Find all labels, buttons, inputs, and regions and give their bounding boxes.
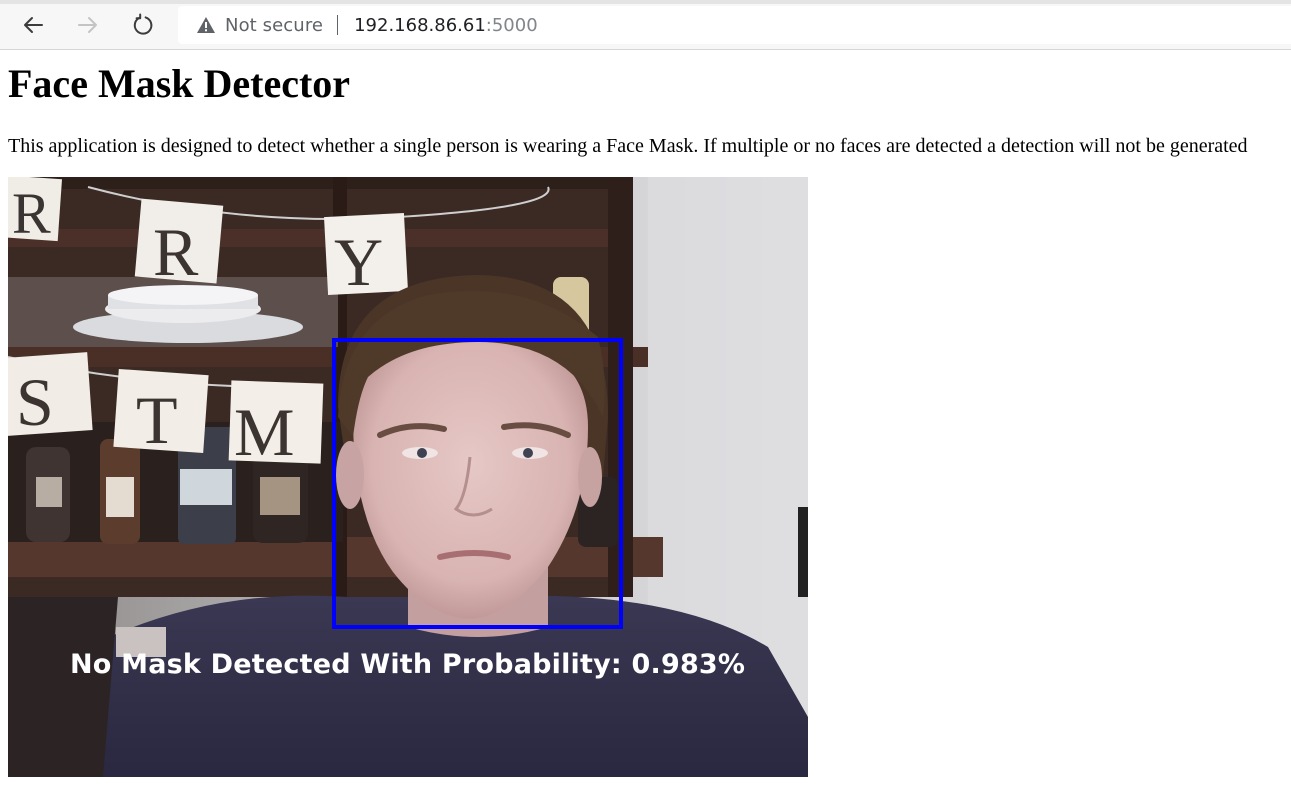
security-status-label[interactable]: Not secure bbox=[225, 15, 323, 36]
back-button[interactable] bbox=[16, 9, 50, 41]
browser-toolbar: Not secure 192.168.86.61:5000 bbox=[0, 0, 1291, 50]
url-port[interactable]: :5000 bbox=[486, 15, 538, 36]
warning-triangle-icon[interactable] bbox=[196, 15, 216, 35]
forward-button[interactable] bbox=[71, 9, 105, 41]
url-separator bbox=[337, 15, 339, 35]
arrow-right-icon bbox=[78, 17, 97, 33]
toolbar-top-edge bbox=[0, 0, 1291, 4]
svg-text:S: S bbox=[16, 364, 54, 440]
page-title: Face Mask Detector bbox=[8, 61, 351, 106]
svg-text:T: T bbox=[136, 382, 178, 458]
reload-button[interactable] bbox=[126, 9, 160, 41]
svg-text:Y: Y bbox=[334, 224, 383, 300]
reload-icon bbox=[133, 13, 153, 35]
svg-text:R: R bbox=[153, 214, 199, 290]
detection-result-label: No Mask Detected With Probability: 0.983… bbox=[70, 649, 746, 680]
webcam-video-feed: R R Y S T M No Mask Detected With Probab… bbox=[8, 177, 808, 777]
page-description: This application is designed to detect w… bbox=[8, 135, 1248, 157]
webcam-frame-image: R R Y S T M bbox=[8, 177, 808, 777]
svg-text:M: M bbox=[234, 394, 294, 470]
arrow-left-icon bbox=[24, 17, 43, 33]
url-host[interactable]: 192.168.86.61 bbox=[354, 15, 486, 36]
svg-text:R: R bbox=[12, 181, 51, 246]
address-bar[interactable]: Not secure 192.168.86.61:5000 bbox=[178, 6, 1291, 44]
